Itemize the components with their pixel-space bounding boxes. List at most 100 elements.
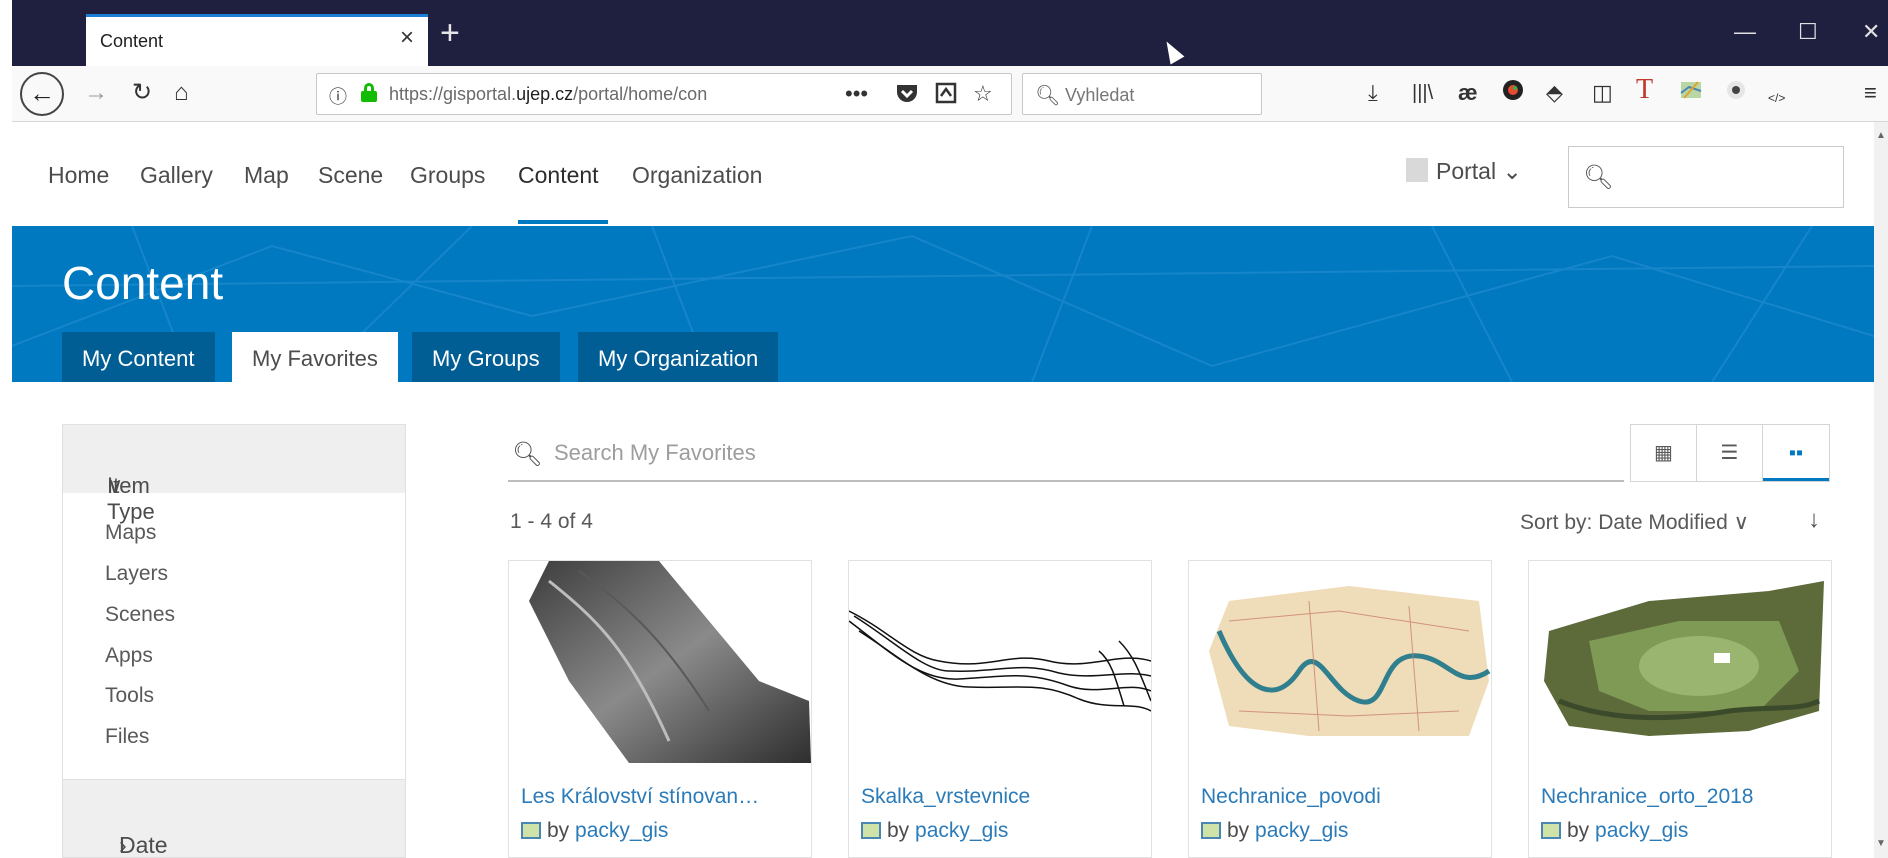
back-icon[interactable]: ←	[20, 72, 64, 116]
user-menu[interactable]: Portal ⌄	[1436, 158, 1522, 185]
view-mode-switcher: ▦ ☰ ▪▪	[1630, 424, 1830, 482]
item-card[interactable]: Nechranice_orto_2018 by packy_gis	[1528, 560, 1832, 858]
layer-icon	[1201, 822, 1221, 839]
pocket-icon[interactable]	[895, 82, 919, 110]
item-thumbnail[interactable]	[849, 561, 1151, 763]
content-banner: Content My Content My Favorites My Group…	[12, 226, 1874, 382]
reader-icon[interactable]	[935, 82, 957, 110]
avatar[interactable]	[1406, 158, 1428, 182]
reload-icon[interactable]: ↻	[132, 79, 152, 107]
owner-link[interactable]: packy_gis	[915, 819, 1008, 842]
date-modified-filter-header[interactable]: › Date Modified	[63, 779, 405, 858]
search-icon: 🔍︎	[1035, 85, 1061, 107]
filter-maps[interactable]: Maps	[105, 521, 156, 545]
filter-apps[interactable]: Apps	[105, 644, 153, 668]
extension-ae-icon[interactable]: æ	[1458, 79, 1478, 107]
item-owner-line: by packy_gis	[861, 819, 1008, 843]
item-owner-line: by packy_gis	[1541, 819, 1688, 843]
new-tab-button[interactable]: +	[440, 16, 460, 50]
sort-label: Sort by: Date Modified	[1520, 511, 1728, 534]
browser-tab[interactable]: Content ×	[86, 14, 428, 66]
url-text[interactable]: https://gisportal.ujep.cz/portal/home/co…	[389, 84, 785, 105]
date-modified-label: Date Modified	[119, 832, 168, 858]
nav-organization[interactable]: Organization	[632, 162, 762, 189]
item-type-filter-header[interactable]: ∨ Item Type	[63, 425, 405, 524]
filter-layers[interactable]: Layers	[105, 562, 168, 586]
extension-t-icon[interactable]: T	[1636, 76, 1653, 104]
nav-scene[interactable]: Scene	[318, 162, 383, 189]
table-view-button[interactable]: ▦	[1631, 425, 1697, 481]
page-scrollbar[interactable]: ▲ ▼	[1874, 122, 1888, 858]
scroll-up-icon[interactable]: ▲	[1876, 130, 1886, 141]
tab-my-favorites[interactable]: My Favorites	[232, 332, 398, 382]
item-card[interactable]: Skalka_vrstevnice by packy_gis	[848, 560, 1152, 858]
table-icon: ▦	[1654, 442, 1673, 464]
tab-my-groups[interactable]: My Groups	[412, 332, 560, 382]
item-title[interactable]: Nechranice_orto_2018	[1541, 785, 1825, 809]
extension-eye-icon[interactable]	[1724, 79, 1748, 108]
nav-groups[interactable]: Groups	[410, 162, 485, 189]
user-label: Portal	[1436, 158, 1497, 184]
page-title: Content	[62, 257, 224, 309]
forward-icon[interactable]: →	[84, 79, 108, 107]
extension-code-icon[interactable]: </>	[1768, 84, 1785, 112]
lock-icon[interactable]	[361, 83, 377, 102]
mouse-cursor-icon	[1159, 37, 1185, 65]
favorites-search-input[interactable]: 🔍︎ Search My Favorites	[508, 436, 1624, 482]
extension-color-icon[interactable]	[1502, 79, 1524, 108]
filter-scenes[interactable]: Scenes	[105, 603, 175, 627]
tab-title: Content	[100, 31, 164, 51]
info-icon[interactable]: ⓘ	[329, 83, 347, 109]
nav-map[interactable]: Map	[244, 162, 289, 189]
grid-view-button[interactable]: ▪▪	[1763, 425, 1829, 481]
browser-search-field[interactable]: 🔍︎ Vyhledat	[1022, 73, 1262, 115]
layer-icon	[521, 822, 541, 839]
minimize-button[interactable]: —	[1734, 20, 1756, 44]
download-icon[interactable]: ⤓	[1368, 79, 1378, 107]
owner-link[interactable]: packy_gis	[1255, 819, 1348, 842]
extension-arrow-icon[interactable]: ⬘	[1546, 79, 1563, 107]
chevron-down-icon: ∨	[1733, 511, 1749, 534]
list-view-button[interactable]: ☰	[1697, 425, 1763, 481]
nav-home[interactable]: Home	[48, 162, 109, 189]
scroll-down-icon[interactable]: ▼	[1876, 838, 1886, 849]
item-title[interactable]: Nechranice_povodi	[1201, 785, 1485, 809]
menu-icon[interactable]: ≡	[1864, 79, 1877, 107]
item-owner-line: by packy_gis	[1201, 819, 1348, 843]
filter-tools[interactable]: Tools	[105, 684, 154, 708]
search-icon: 🔍︎	[512, 441, 543, 468]
item-title[interactable]: Les Království stínovan…	[521, 785, 805, 809]
filter-files[interactable]: Files	[105, 725, 149, 749]
page-actions-icon[interactable]: •••	[845, 81, 868, 107]
url-bar[interactable]: ⓘ https://gisportal.ujep.cz/portal/home/…	[316, 73, 1012, 115]
maximize-button[interactable]: ☐	[1798, 20, 1818, 44]
library-icon[interactable]: |||\	[1412, 79, 1433, 107]
owner-link[interactable]: packy_gis	[1595, 819, 1688, 842]
tab-close-icon[interactable]: ×	[400, 26, 414, 50]
tab-my-content[interactable]: My Content	[62, 332, 215, 382]
tab-my-organization[interactable]: My Organization	[578, 332, 779, 382]
portal-search-field[interactable]: 🔍︎	[1568, 146, 1844, 208]
bookmark-star-icon[interactable]: ☆	[973, 81, 993, 107]
sidebar-icon[interactable]: ◫	[1592, 79, 1613, 107]
home-icon[interactable]: ⌂	[174, 79, 189, 107]
list-icon: ☰	[1720, 442, 1739, 464]
browser-tab-strip: Content × + — ☐ ✕	[0, 0, 1888, 66]
sort-dropdown[interactable]: Sort by: Date Modified ∨	[1520, 510, 1749, 535]
item-card[interactable]: Nechranice_povodi by packy_gis	[1188, 560, 1492, 858]
layer-icon	[861, 822, 881, 839]
owner-link[interactable]: packy_gis	[575, 819, 668, 842]
sort-direction-arrow-down-icon[interactable]: ↓	[1808, 506, 1820, 534]
item-thumbnail[interactable]	[1189, 561, 1491, 763]
portal-header: Home Gallery Map Scene Groups Content Or…	[12, 122, 1874, 226]
close-window-button[interactable]: ✕	[1862, 20, 1880, 44]
item-title[interactable]: Skalka_vrstevnice	[861, 785, 1145, 809]
layer-icon	[1541, 822, 1561, 839]
item-card[interactable]: Les Království stínovan… by packy_gis	[508, 560, 812, 858]
item-thumbnail[interactable]	[509, 561, 811, 763]
nav-gallery[interactable]: Gallery	[140, 162, 213, 189]
extension-map-icon[interactable]	[1680, 79, 1702, 108]
browser-toolbar: ← → ↻ ⌂ ⓘ https://gisportal.ujep.cz/port…	[12, 66, 1888, 122]
item-thumbnail[interactable]	[1529, 561, 1831, 763]
nav-content[interactable]: Content	[518, 162, 599, 189]
